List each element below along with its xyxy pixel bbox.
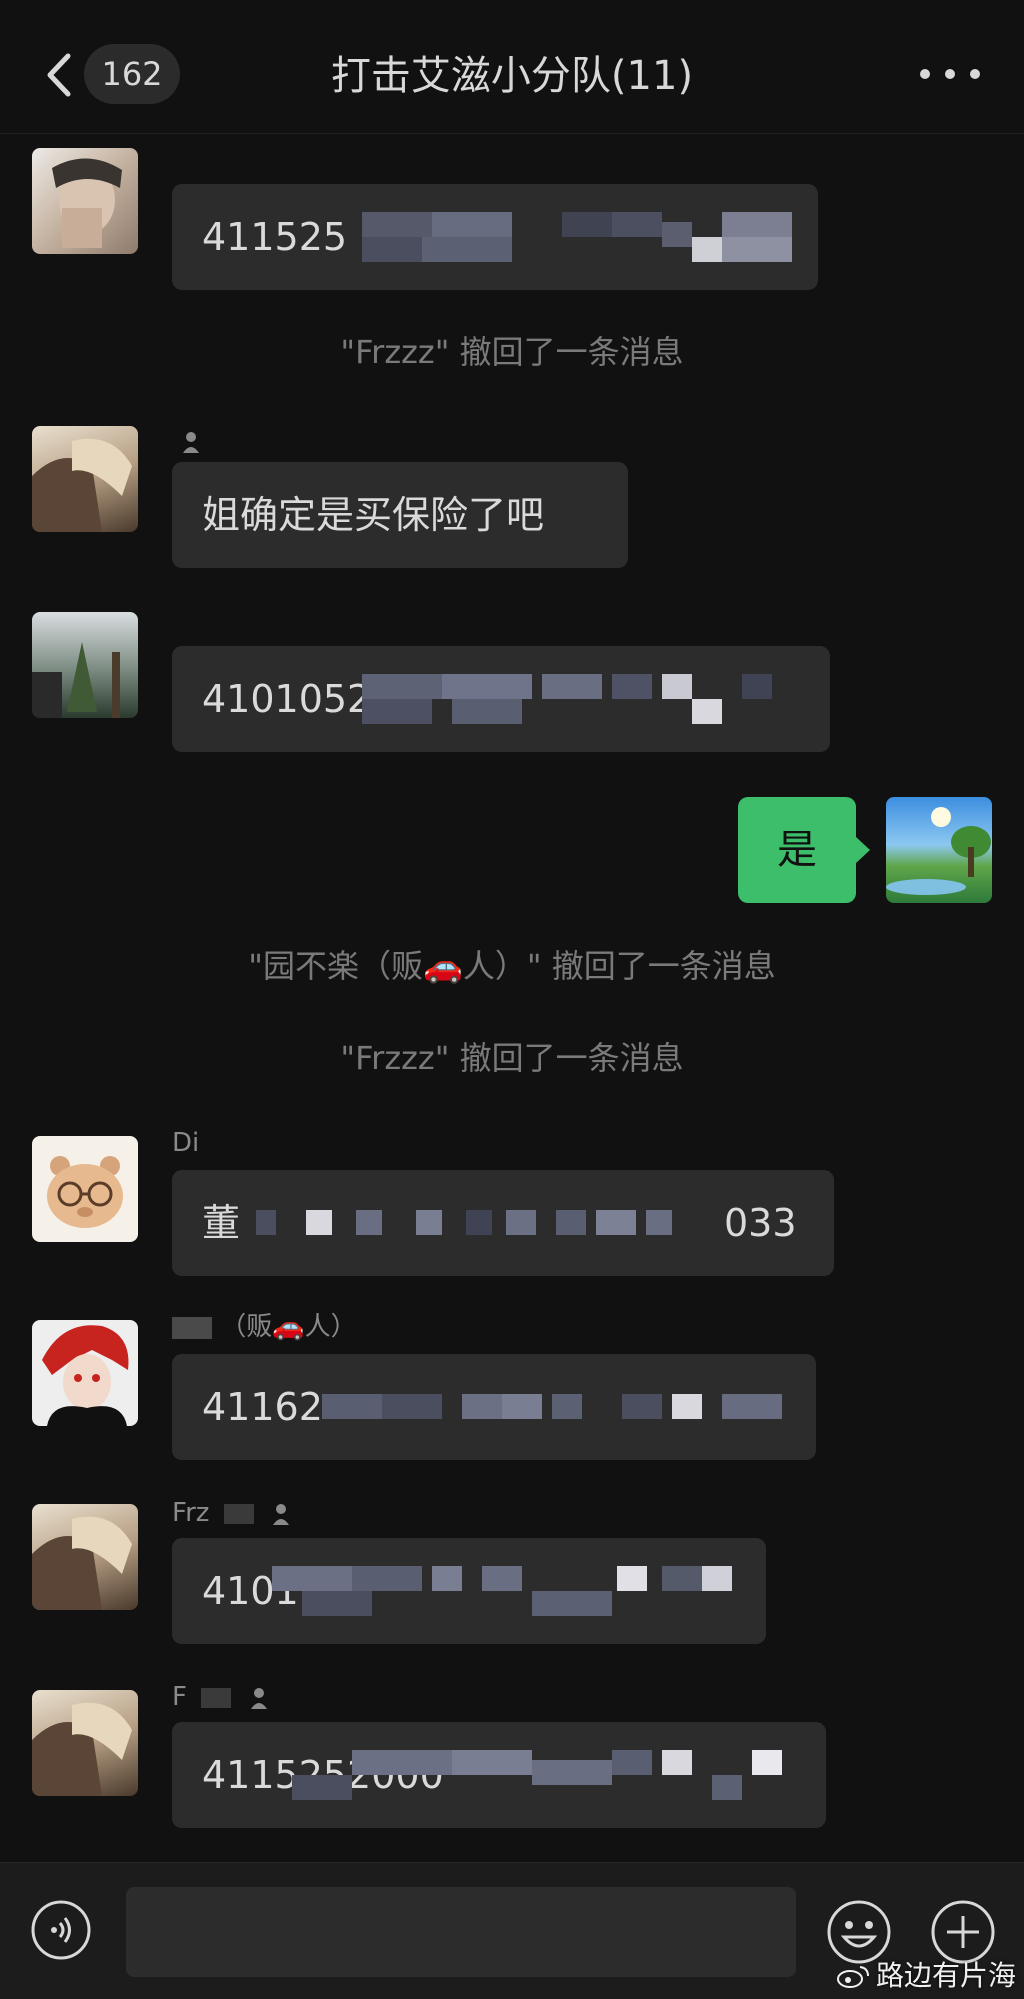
sender-name: （贩🚗人） xyxy=(172,1310,357,1344)
back-chevron-icon[interactable] xyxy=(40,50,84,100)
message-bubble[interactable]: 411525 xyxy=(172,184,818,290)
sender-name xyxy=(172,424,200,458)
pixelation xyxy=(362,674,812,724)
message-bubble[interactable]: 董 033 xyxy=(172,1170,834,1276)
message-text: 姐确定是买保险了吧 xyxy=(202,493,545,537)
weibo-logo-icon xyxy=(836,1966,869,1988)
recall-notice: "Frzzz" 撤回了一条消息 xyxy=(340,1039,684,1077)
sender-name: Di xyxy=(172,1128,200,1158)
message-text: 4101052 xyxy=(202,677,372,721)
pixelation xyxy=(322,1394,782,1420)
message-bubble[interactable]: 4101 xyxy=(172,1538,766,1644)
person-icon xyxy=(183,431,199,453)
recall-notice: "Frzzz" 撤回了一条消息 xyxy=(340,333,684,371)
self-message-bubble[interactable]: 是 xyxy=(738,797,856,903)
unread-count-badge[interactable]: 162 xyxy=(84,44,180,104)
chat-title: 打击艾滋小分队(11) xyxy=(330,53,694,99)
self-bubble-tail xyxy=(856,837,870,863)
watermark: 路边有片海 xyxy=(836,1954,1016,1994)
avatar[interactable] xyxy=(32,1690,138,1796)
more-icon[interactable] xyxy=(920,62,980,86)
person-icon xyxy=(250,1687,267,1709)
pixelation xyxy=(292,1750,792,1800)
pixelation xyxy=(256,1210,676,1236)
avatar[interactable] xyxy=(32,1504,138,1610)
avatar[interactable] xyxy=(32,1320,138,1426)
avatar[interactable] xyxy=(32,426,138,532)
voice-icon[interactable] xyxy=(30,1899,92,1961)
avatar[interactable] xyxy=(32,1136,138,1242)
message-text: 董 xyxy=(202,1201,241,1245)
chat-header: 162 打击艾滋小分队(11) xyxy=(0,0,1024,134)
pixelation xyxy=(272,1566,752,1616)
message-bubble[interactable]: 姐确定是买保险了吧 xyxy=(172,462,628,568)
pixelation xyxy=(362,212,802,262)
message-text: 41162 xyxy=(202,1385,323,1429)
avatar[interactable] xyxy=(32,148,138,254)
person-icon xyxy=(272,1503,289,1525)
sender-name: F xyxy=(172,1680,268,1714)
message-text: 411525 xyxy=(202,215,348,259)
message-text-end: 033 xyxy=(724,1201,797,1245)
message-bubble[interactable]: 4101052 xyxy=(172,646,830,752)
message-input[interactable] xyxy=(126,1887,796,1977)
avatar[interactable] xyxy=(32,612,138,718)
message-bubble[interactable]: 41162 xyxy=(172,1354,816,1460)
recall-notice: "园不楽（贩🚗人）" 撤回了一条消息 xyxy=(248,947,776,985)
sender-name: Frz xyxy=(172,1496,290,1530)
self-avatar[interactable] xyxy=(886,797,992,903)
message-bubble[interactable]: 4115252000 xyxy=(172,1722,826,1828)
